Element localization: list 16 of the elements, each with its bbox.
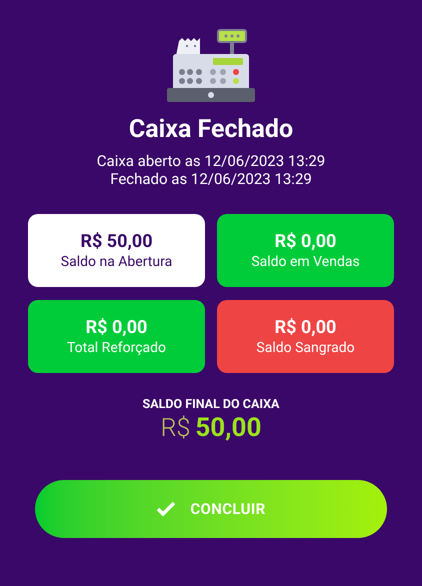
balance-label: Saldo Sangrado xyxy=(256,338,355,356)
timestamp-text: Fechado as 12/06/2023 13:29 xyxy=(110,170,312,188)
final-balance-amount: 50,00 xyxy=(195,413,262,443)
balance-amount: R$ 0,00 xyxy=(86,316,148,338)
screen-title: Caixa Fechado xyxy=(128,114,294,146)
final-balance-label: SALDO FINAL DO CAIXA xyxy=(142,397,280,413)
balance-label: Saldo na Abertura xyxy=(60,252,172,270)
balance-label: Total Reforçado xyxy=(66,338,166,356)
checkmark-icon xyxy=(156,501,176,517)
currency-symbol: R$ xyxy=(160,414,190,444)
timestamp-text: Caixa aberto as 12/06/2023 13:29 xyxy=(96,152,326,170)
balance-amount: R$ 0,00 xyxy=(274,230,336,252)
balance-amount: R$ 50,00 xyxy=(80,230,153,252)
balance-label: Saldo em Vendas xyxy=(251,252,360,270)
balance-amount: R$ 0,00 xyxy=(274,316,336,338)
conclude-button[interactable]: CONCLUIR xyxy=(35,480,387,538)
